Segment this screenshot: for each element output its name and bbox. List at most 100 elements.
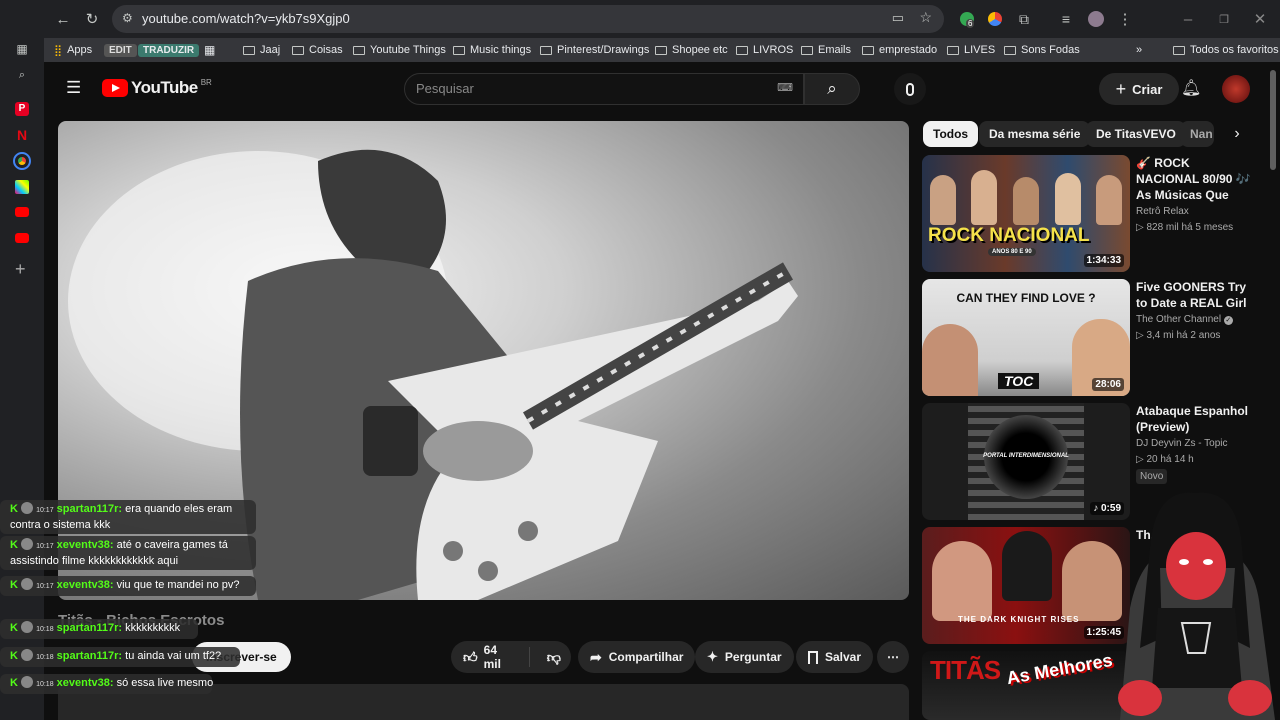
bookmark-all[interactable]: Todos os favoritos bbox=[1173, 38, 1279, 62]
bookmark-sons-fodas[interactable]: Sons Fodas bbox=[1004, 38, 1080, 62]
youtube-logo[interactable]: YouTube BR bbox=[102, 78, 212, 98]
bookmark-lives[interactable]: LIVES bbox=[947, 38, 995, 62]
channel-name[interactable]: The Other Channel ✓ bbox=[1136, 314, 1233, 325]
folder-icon bbox=[1173, 45, 1185, 55]
site-info-icon[interactable]: ⚙ bbox=[122, 11, 133, 25]
save-button[interactable]: Salvar bbox=[796, 641, 874, 673]
thumbs-down-icon: 👎︎ bbox=[546, 648, 561, 665]
folder-icon bbox=[862, 45, 874, 55]
youtube-app-icon[interactable] bbox=[15, 207, 29, 217]
color-extension-icon[interactable] bbox=[988, 12, 1002, 26]
chrome-icon[interactable] bbox=[13, 152, 31, 170]
bookmark-jaaj[interactable]: Jaaj bbox=[243, 38, 280, 62]
chip-mesma-serie[interactable]: Da mesma série bbox=[979, 121, 1091, 147]
search-icon: ⌕ bbox=[827, 79, 837, 98]
media-control-icon[interactable]: ≡ bbox=[1051, 4, 1081, 34]
search-input[interactable]: Pesquisar ⌨ bbox=[404, 73, 804, 105]
video-thumbnail[interactable]: CAN THEY FIND LOVE ? TOC 28:06 bbox=[922, 279, 1130, 396]
add-icon[interactable]: + bbox=[15, 260, 26, 278]
music-note-icon: ♪ bbox=[1093, 503, 1101, 514]
ask-button[interactable]: ✦ Perguntar bbox=[695, 641, 794, 673]
youtube-studio-icon[interactable] bbox=[15, 233, 29, 243]
video-meta: ▷ 828 mil há 5 meses bbox=[1136, 222, 1234, 233]
search-tabs-icon[interactable]: ⌕ bbox=[7, 60, 37, 90]
video-thumbnail[interactable]: THE DARK KNIGHT RISES 1:25:45 bbox=[922, 527, 1130, 644]
more-actions-button[interactable]: ⋯ bbox=[877, 641, 909, 673]
channel-name[interactable]: Retrô Relax bbox=[1136, 206, 1189, 217]
photos-app-icon[interactable] bbox=[15, 180, 29, 194]
channel-name[interactable]: DJ Deyvin Zs - Topic bbox=[1136, 438, 1228, 449]
share-button[interactable]: ➦ Compartilhar bbox=[578, 641, 696, 673]
puzzle-icon[interactable]: ⧉ bbox=[1009, 4, 1039, 34]
ellipsis-icon: ⋯ bbox=[887, 650, 899, 664]
chat-message: K 10:17 xeventv38: viu que te mandei no … bbox=[0, 576, 256, 596]
thumbnail-text: THE DARK KNIGHT RISES bbox=[958, 615, 1080, 624]
bookmark-youtube-things[interactable]: Youtube Things bbox=[353, 38, 446, 62]
bookmark-edit[interactable]: EDIT bbox=[104, 38, 137, 62]
video-title[interactable]: Atabaque Espanhol (Preview) bbox=[1136, 403, 1256, 435]
pinterest-icon[interactable]: P bbox=[15, 102, 29, 116]
url-text[interactable]: youtube.com/watch?v=ykb7s9Xgjp0 bbox=[142, 11, 350, 26]
hamburger-menu-icon[interactable]: ☰ bbox=[66, 78, 81, 98]
page-scrollbar[interactable] bbox=[1270, 70, 1276, 170]
bookmarks-bar: ⣿ Apps EDIT TRADUZIR ▦ Jaaj Coisas Youtub… bbox=[44, 38, 1280, 62]
bookmark-emails[interactable]: Emails bbox=[801, 38, 851, 62]
restore-icon[interactable]: ❐ bbox=[1209, 4, 1239, 34]
thumbnail-text: CAN THEY FIND LOVE ? bbox=[956, 291, 1096, 305]
bookmark-grid[interactable]: ▦ bbox=[204, 38, 215, 62]
avatar bbox=[21, 676, 34, 688]
chat-message: K 10:17 xeventv38: até o caveira games t… bbox=[0, 536, 256, 570]
netflix-icon[interactable]: N bbox=[15, 128, 29, 142]
reload-icon[interactable]: ↻ bbox=[77, 4, 107, 34]
chevron-right-icon[interactable]: › bbox=[1224, 121, 1250, 147]
verified-icon: ✓ bbox=[1223, 316, 1233, 325]
bookmark-coisas[interactable]: Coisas bbox=[292, 38, 343, 62]
avatar bbox=[21, 502, 34, 514]
address-bar[interactable]: ⚙ youtube.com/watch?v=ykb7s9Xgjp0 ▭ ☆ bbox=[112, 5, 944, 33]
video-thumbnail[interactable]: ROCK NACIONAL ANOS 80 E 90 1:34:33 bbox=[922, 155, 1130, 272]
bookmark-emprestado[interactable]: emprestado bbox=[862, 38, 937, 62]
youtube-header: ☰ YouTube BR Pesquisar ⌨ ⌕ + Criar 🔔︎ bbox=[44, 62, 1280, 116]
new-badge: Novo bbox=[1136, 469, 1168, 484]
sparkle-icon: ✦ bbox=[707, 649, 718, 664]
keyboard-icon[interactable]: ⌨ bbox=[777, 81, 793, 94]
video-thumbnail[interactable]: PORTAL INTERDIMENSIONAL ♪ 0:59 bbox=[922, 403, 1130, 520]
like-dislike-group: 👍︎ 64 mil 👎︎ bbox=[451, 641, 571, 673]
bookmark-livros[interactable]: LIVROS bbox=[736, 38, 793, 62]
thumbnail-subtext: As Melhores bbox=[1004, 651, 1114, 689]
search-button[interactable]: ⌕ bbox=[804, 73, 860, 105]
more-menu-icon[interactable]: ⋮ bbox=[1110, 4, 1140, 34]
like-button[interactable]: 👍︎ 64 mil bbox=[451, 643, 530, 671]
kick-icon: K bbox=[10, 503, 18, 515]
thumbnail-person bbox=[922, 324, 978, 396]
profile-avatar[interactable] bbox=[1088, 11, 1104, 27]
chip-partial[interactable]: Nan bbox=[1180, 121, 1214, 147]
cast-icon[interactable]: ▭ bbox=[892, 10, 904, 26]
bookmark-traduzir[interactable]: TRADUZIR bbox=[138, 38, 200, 62]
chip-titasvevo[interactable]: De TitasVEVO bbox=[1086, 121, 1186, 147]
video-thumbnail[interactable]: TITÃS As Melhores bbox=[922, 651, 1130, 720]
microphone-icon bbox=[906, 82, 914, 96]
minimize-icon[interactable]: – bbox=[1173, 4, 1203, 34]
share-icon: ➦ bbox=[590, 648, 602, 665]
video-title[interactable]: Five GOONERS Try to Date a REAL Girl bbox=[1136, 279, 1256, 311]
bookmarks-overflow-icon[interactable]: » bbox=[1136, 38, 1142, 62]
youtube-play-icon bbox=[102, 79, 128, 97]
back-icon[interactable]: ← bbox=[48, 4, 78, 34]
video-title[interactable]: 🎸 ROCK NACIONAL 80/90 🎶 As Músicas Que M… bbox=[1136, 155, 1256, 203]
notifications-bell-icon[interactable]: 🔔︎ bbox=[1181, 78, 1201, 98]
create-button[interactable]: + Criar bbox=[1099, 73, 1179, 105]
chip-todos[interactable]: Todos bbox=[923, 121, 979, 147]
bookmark-music-things[interactable]: Music things bbox=[453, 38, 531, 62]
bookmark-pinterest[interactable]: Pinterest/Drawings bbox=[540, 38, 649, 62]
dislike-button[interactable]: 👎︎ bbox=[537, 649, 571, 666]
thumbnail-text: ROCK NACIONAL bbox=[928, 225, 1090, 246]
kick-icon: K bbox=[10, 650, 18, 662]
account-avatar[interactable] bbox=[1222, 75, 1250, 103]
voice-search-button[interactable] bbox=[894, 73, 926, 105]
bookmark-shopee[interactable]: Shopee etc bbox=[655, 38, 728, 62]
avatar bbox=[21, 649, 34, 661]
bookmark-apps[interactable]: ⣿ Apps bbox=[54, 38, 92, 62]
close-icon[interactable]: ✕ bbox=[1245, 4, 1275, 34]
bookmark-star-icon[interactable]: ☆ bbox=[919, 9, 932, 26]
